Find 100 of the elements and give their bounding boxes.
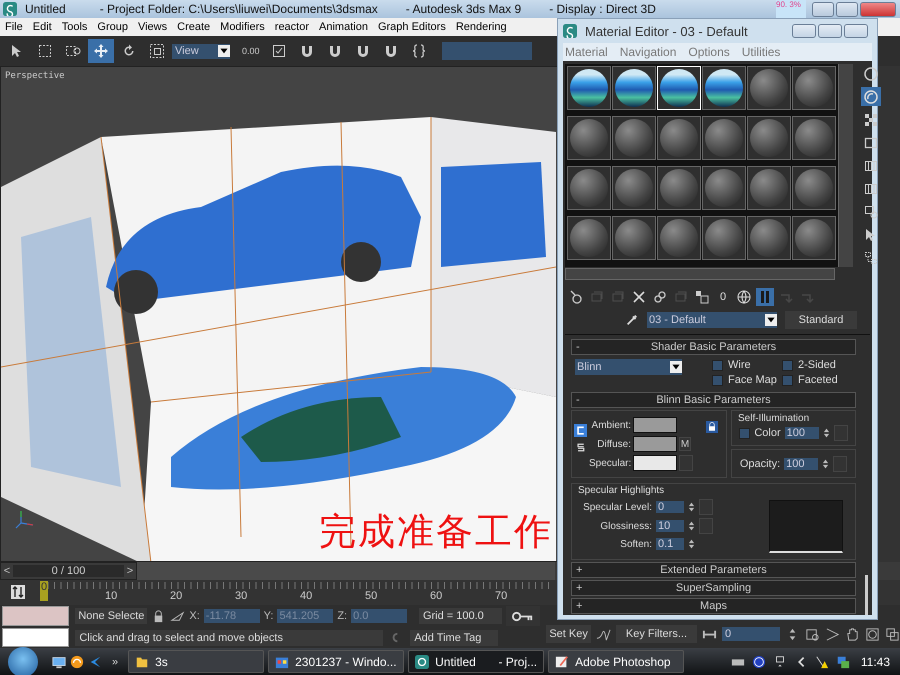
material-slot[interactable] <box>612 66 656 110</box>
start-button[interactable] <box>8 646 38 675</box>
material-type-button[interactable]: Standard <box>785 311 857 329</box>
warning-icon[interactable] <box>814 654 829 668</box>
checkbox[interactable] <box>782 374 793 386</box>
opacity-field[interactable]: 100 <box>784 458 818 470</box>
horizontal-scrollbar[interactable] <box>565 268 835 280</box>
tool-button[interactable] <box>88 39 114 63</box>
parameter-label: Glossiness: <box>599 520 652 532</box>
maximize-viewport-icon[interactable] <box>885 626 900 642</box>
zoom-time-icon[interactable] <box>805 626 820 642</box>
checkbox-label: Faceted <box>798 374 838 386</box>
taskbar-button[interactable]: Untitled - Proj... <box>408 650 544 673</box>
eyedropper-icon[interactable] <box>625 313 639 327</box>
sphere-preview <box>615 169 653 207</box>
menu-item[interactable]: File <box>0 21 28 33</box>
menu-item[interactable]: Group <box>92 21 133 33</box>
display-driver-title: - Display : Direct 3D <box>549 2 656 16</box>
time-slider-thumb[interactable]: < 0 / 100 > <box>0 562 137 580</box>
add-time-tag-button[interactable]: Add Time Tag <box>410 630 498 646</box>
spinner-icon[interactable] <box>688 500 695 514</box>
material-name-dropdown[interactable]: 03 - Default <box>647 312 777 328</box>
time-slider-track[interactable]: < 0 / 100 > <box>0 562 555 580</box>
restore-button[interactable] <box>818 24 842 38</box>
menu-item[interactable]: Edit <box>28 21 57 33</box>
track-bar[interactable]: 0 10 20 30 40 50 60 70 <box>42 580 552 605</box>
spinner-icon[interactable] <box>688 537 695 551</box>
pan-hand-icon[interactable] <box>845 626 860 642</box>
material-tool-button[interactable]: 0 <box>714 288 732 306</box>
material-slot[interactable] <box>702 66 746 110</box>
vertical-scrollbar[interactable] <box>838 64 853 267</box>
parameter-field[interactable]: 10 <box>656 520 684 532</box>
sphere-preview <box>795 169 833 207</box>
shader-dropdown[interactable]: Blinn <box>575 359 682 375</box>
minimize-button[interactable] <box>812 2 834 16</box>
checkbox[interactable] <box>739 428 750 438</box>
lock-ambient-icon[interactable] <box>574 424 587 437</box>
spinner-icon[interactable] <box>822 457 830 471</box>
current-frame-marker[interactable]: 0 <box>40 581 48 601</box>
parameter-field[interactable]: 0 <box>656 501 684 513</box>
menu-item[interactable]: Graph Editors <box>372 21 451 33</box>
spinner-icon[interactable] <box>688 519 695 533</box>
field-of-view-icon[interactable] <box>825 626 840 642</box>
menu-item[interactable]: reactor <box>270 21 314 33</box>
padlock-icon[interactable] <box>706 421 718 433</box>
spinner-icon[interactable] <box>822 426 830 440</box>
overflow-chevron[interactable]: » <box>112 656 118 668</box>
material-slot[interactable] <box>567 66 611 110</box>
close-button[interactable] <box>844 24 868 38</box>
material-tool-button[interactable] <box>735 288 753 306</box>
named-selection-field[interactable] <box>442 42 532 60</box>
help-icon[interactable] <box>752 654 766 668</box>
menu-item[interactable]: Tools <box>56 21 92 33</box>
checkbox-label: Face Map <box>728 374 777 386</box>
taskbar-button[interactable]: Adobe Photoshop <box>548 650 684 673</box>
key-filters-button[interactable]: Key Filters... <box>616 625 697 643</box>
rollout-header[interactable]: - Blinn Basic Parameters <box>571 392 856 408</box>
coordinate-dropdown[interactable]: View <box>172 44 230 58</box>
menu-item[interactable]: Material <box>565 45 608 59</box>
color-swatch[interactable] <box>633 455 677 471</box>
self-illumination-field[interactable]: 100 <box>784 427 819 439</box>
rollout-header[interactable]: + SuperSampling <box>571 580 856 596</box>
material-tool-button[interactable] <box>693 288 711 306</box>
checkbox[interactable] <box>712 374 723 386</box>
headset-icon[interactable] <box>70 654 84 668</box>
taskbar-button[interactable]: 3s <box>128 650 264 673</box>
next-frame-button[interactable]: > <box>124 565 136 577</box>
arrow-logo-icon[interactable] <box>88 654 102 668</box>
previous-frame-button[interactable]: < <box>1 565 13 577</box>
checkbox-label: Color <box>754 427 781 439</box>
key-mode-button[interactable] <box>506 606 540 626</box>
checkbox[interactable] <box>782 360 793 370</box>
current-frame-field[interactable]: 0 <box>722 627 780 641</box>
set-key-button[interactable]: Set Key <box>546 625 591 643</box>
menu-item[interactable]: Create <box>172 21 216 33</box>
menu-item[interactable]: Options <box>688 45 730 59</box>
menu-item[interactable]: Navigation <box>620 45 676 59</box>
orbit-icon[interactable] <box>865 626 880 642</box>
menu-item[interactable]: Utilities <box>742 45 780 59</box>
copy-icon <box>652 289 668 305</box>
close-button[interactable] <box>860 2 896 16</box>
menu-item[interactable]: Modifiers <box>215 21 270 33</box>
map-button[interactable]: M <box>679 437 691 451</box>
rollout-header[interactable]: - Shader Basic Parameters <box>571 339 856 355</box>
rollout-header[interactable]: + Maps <box>571 598 856 614</box>
menu-item[interactable]: Animation <box>314 21 373 33</box>
color-swatch[interactable] <box>633 436 677 452</box>
menu-item[interactable]: Views <box>132 21 172 33</box>
track-toggle-icon[interactable] <box>10 584 26 600</box>
color-swatch[interactable] <box>633 417 677 433</box>
network-icon[interactable] <box>836 654 850 668</box>
parameter-field[interactable]: 0.1 <box>656 538 684 550</box>
minimize-button[interactable] <box>792 24 816 38</box>
checkbox[interactable] <box>712 360 723 370</box>
rollout-header[interactable]: + Extended Parameters <box>571 562 856 578</box>
desktop-icon[interactable] <box>52 654 66 668</box>
taskbar-button[interactable]: 2301237 - Windo... <box>268 650 404 673</box>
menu-item[interactable]: Rendering <box>450 21 512 33</box>
restore-button[interactable] <box>836 2 858 16</box>
curve-icon[interactable] <box>596 626 611 642</box>
